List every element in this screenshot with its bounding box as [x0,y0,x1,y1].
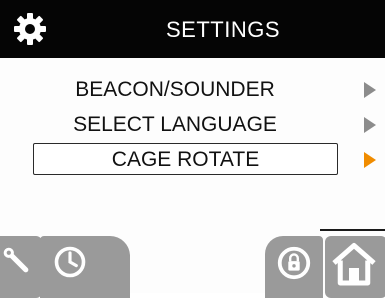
home-icon [332,243,376,286]
menu-item-label: CAGE ROTATE [111,148,260,171]
lock-rotate-icon [277,246,311,280]
menu-item-select-language[interactable]: SELECT LANGUAGE [22,108,377,142]
clock-button[interactable] [40,236,130,298]
clock-icon [54,246,86,278]
menu-item-label: BEACON/SOUNDER [75,78,275,101]
menu-item-label: SELECT LANGUAGE [73,113,277,136]
home-button[interactable] [325,236,385,298]
chevron-right-icon [364,117,376,133]
bottom-divider [320,229,385,231]
gear-icon [14,13,46,45]
settings-screen: SETTINGS BEACON/SOUNDER SELECT LANGUAGE … [0,0,385,298]
chevron-right-icon-selected [364,152,376,168]
chevron-right-icon [364,82,376,98]
lock-rotate-button[interactable] [265,236,323,298]
menu-item-cage-rotate[interactable]: CAGE ROTATE [22,143,377,177]
page-title: SETTINGS [165,17,280,42]
header-bar: SETTINGS [0,0,385,58]
menu-item-beacon-sounder[interactable]: BEACON/SOUNDER [22,73,377,107]
tools-button[interactable] [0,236,42,298]
wrench-icon [3,247,29,273]
